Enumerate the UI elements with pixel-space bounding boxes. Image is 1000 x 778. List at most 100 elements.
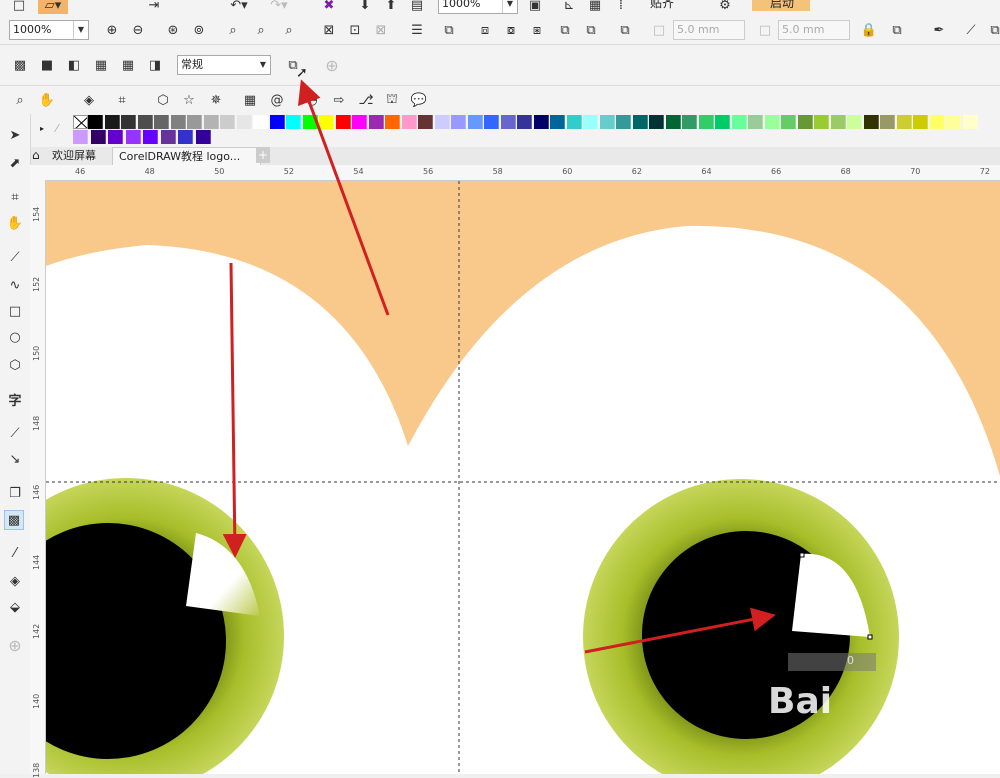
copy-transparency-icon[interactable]: ⊡ [346, 21, 364, 39]
color-swatch[interactable] [632, 115, 648, 129]
zoom-level-field[interactable]: 1000% ▼ [9, 20, 89, 40]
chevron-down-icon[interactable]: ▼ [502, 0, 517, 13]
color-swatch[interactable] [335, 115, 351, 129]
color-swatch[interactable] [599, 115, 615, 129]
color-swatch[interactable] [550, 115, 565, 129]
color-swatch[interactable] [517, 115, 532, 129]
color-swatch[interactable] [236, 115, 252, 129]
color-swatch[interactable] [847, 115, 862, 129]
color-swatch[interactable] [583, 115, 598, 129]
merge-mode-select[interactable]: 常规 ▼ [177, 55, 271, 75]
basic-shapes-icon[interactable]: ◔ [303, 91, 321, 109]
color-swatch[interactable] [108, 130, 123, 144]
top-zoom-field[interactable]: 1000% ▼ [438, 0, 518, 14]
fountain-transparency-icon[interactable]: ◧ [65, 56, 83, 74]
pan-hand-tool-icon[interactable]: ✋ [6, 214, 24, 232]
shape-tool-icon[interactable]: ⬈ [6, 154, 24, 172]
color-swatch[interactable] [178, 130, 193, 144]
artistic-media-tool-icon[interactable]: ∿ [6, 276, 24, 294]
color-swatch[interactable] [121, 115, 136, 129]
freeze-transparency-icon[interactable]: ⊠ [372, 21, 390, 39]
crop-tool-icon[interactable]: ⌗ [6, 188, 24, 206]
color-swatch[interactable] [566, 115, 582, 129]
chevron-down-icon[interactable]: ▼ [256, 56, 270, 74]
rectangle-tool-icon[interactable]: □ [6, 302, 24, 320]
zoom-out-icon[interactable]: ⊖ [129, 21, 147, 39]
tab-welcome[interactable]: 欢迎屏幕 [46, 147, 102, 164]
chevron-down-icon[interactable]: ▼ [73, 21, 88, 39]
knife-icon[interactable]: ⟋ [962, 21, 980, 39]
node-icon[interactable]: ⧉ [440, 21, 458, 39]
color-swatch[interactable] [715, 115, 730, 129]
drawing-canvas[interactable]: 0 Bai [46, 181, 1000, 774]
color-swatch[interactable] [137, 115, 153, 129]
color-swatch[interactable] [434, 115, 450, 129]
color-swatch[interactable] [913, 115, 928, 129]
color-swatch[interactable] [929, 115, 945, 129]
width-field[interactable]: 5.0 mm [673, 20, 745, 40]
color-swatch[interactable] [319, 115, 334, 129]
edit-transparency-icon[interactable]: ⊠ [320, 21, 338, 39]
arrow-shapes-icon[interactable]: ⇨ [330, 91, 348, 109]
polygon-tool-icon[interactable]: ⬡ [154, 91, 172, 109]
weld-icon[interactable]: ⧈ [476, 21, 494, 39]
color-swatch[interactable] [203, 115, 219, 129]
color-swatch[interactable] [220, 115, 235, 129]
eyedropper-icon[interactable]: ⁄ [56, 122, 58, 135]
transparency-tool-icon[interactable]: ▩ [4, 510, 24, 530]
color-swatch[interactable] [764, 115, 780, 129]
complex-star-tool-icon[interactable]: ✵ [207, 91, 225, 109]
simplify-icon[interactable]: ⧉ [556, 21, 574, 39]
flowchart-shapes-icon[interactable]: ⎇ [357, 91, 375, 109]
color-swatch[interactable] [104, 115, 120, 129]
home-icon[interactable]: ⌂ [32, 148, 40, 162]
star-tool-icon[interactable]: ☆ [180, 91, 198, 109]
color-swatch[interactable] [90, 130, 106, 144]
color-swatch[interactable] [748, 115, 763, 129]
smart-fill-tool-icon[interactable]: ⬙ [6, 598, 24, 616]
print-icon[interactable]: ▤ [408, 0, 426, 14]
color-swatch[interactable] [160, 130, 176, 144]
color-swatch[interactable] [698, 115, 714, 129]
transparency-slider[interactable]: 0 [788, 653, 876, 671]
color-swatch[interactable] [814, 115, 829, 129]
eyedropper-tool-icon[interactable]: ⁄ [6, 544, 24, 562]
fill-tool-icon[interactable]: ◈ [80, 91, 98, 109]
color-swatch[interactable] [73, 130, 88, 144]
color-swatch[interactable] [962, 115, 978, 129]
interactive-fill-tool-icon[interactable]: ◈ [6, 572, 24, 590]
bitmap-pattern-transparency-icon[interactable]: ▦ [119, 56, 137, 74]
color-swatch[interactable] [195, 130, 211, 144]
color-swatch[interactable] [863, 115, 879, 129]
color-swatch[interactable] [467, 115, 483, 129]
export-icon[interactable]: ⬆ [382, 0, 400, 14]
color-swatch[interactable] [125, 130, 141, 144]
convert-to-curves-icon[interactable]: ⧉ [888, 21, 906, 39]
new-tab-icon[interactable]: + [256, 147, 270, 163]
show-guidelines-icon[interactable]: ⁞ [612, 0, 630, 14]
text-tool-icon[interactable]: 字 [6, 390, 24, 409]
spiral-tool-icon[interactable]: @ [268, 91, 286, 109]
tab-document[interactable]: CorelDRAW教程 logo... [112, 147, 261, 165]
color-swatch[interactable] [302, 115, 318, 129]
color-swatch[interactable] [88, 115, 103, 129]
color-swatch[interactable] [616, 115, 631, 129]
undo-icon[interactable]: ↶▾ [230, 0, 248, 14]
zoom-page-icon[interactable]: ⌕ [224, 21, 242, 39]
color-swatch[interactable] [781, 115, 796, 129]
color-swatch[interactable] [368, 115, 384, 129]
connector-tool-icon[interactable]: ↘ [6, 450, 24, 468]
color-swatch[interactable] [352, 115, 367, 129]
width-lock-icon[interactable]: □ [650, 21, 668, 39]
callout-shapes-icon[interactable]: 💬 [410, 91, 428, 109]
graph-paper-tool-icon[interactable]: ▦ [241, 91, 259, 109]
open-document-icon[interactable]: ▱▾ [38, 0, 68, 14]
drop-shadow-tool-icon[interactable]: ❐ [6, 484, 24, 502]
color-swatch[interactable] [187, 115, 202, 129]
pick-tool-icon[interactable]: ➤ [6, 126, 24, 144]
polygon-tool-side-icon[interactable]: ⬡ [6, 356, 24, 374]
color-swatch[interactable] [896, 115, 912, 129]
color-swatch[interactable] [143, 130, 158, 144]
color-swatch[interactable] [269, 115, 285, 129]
color-swatch[interactable] [682, 115, 697, 129]
